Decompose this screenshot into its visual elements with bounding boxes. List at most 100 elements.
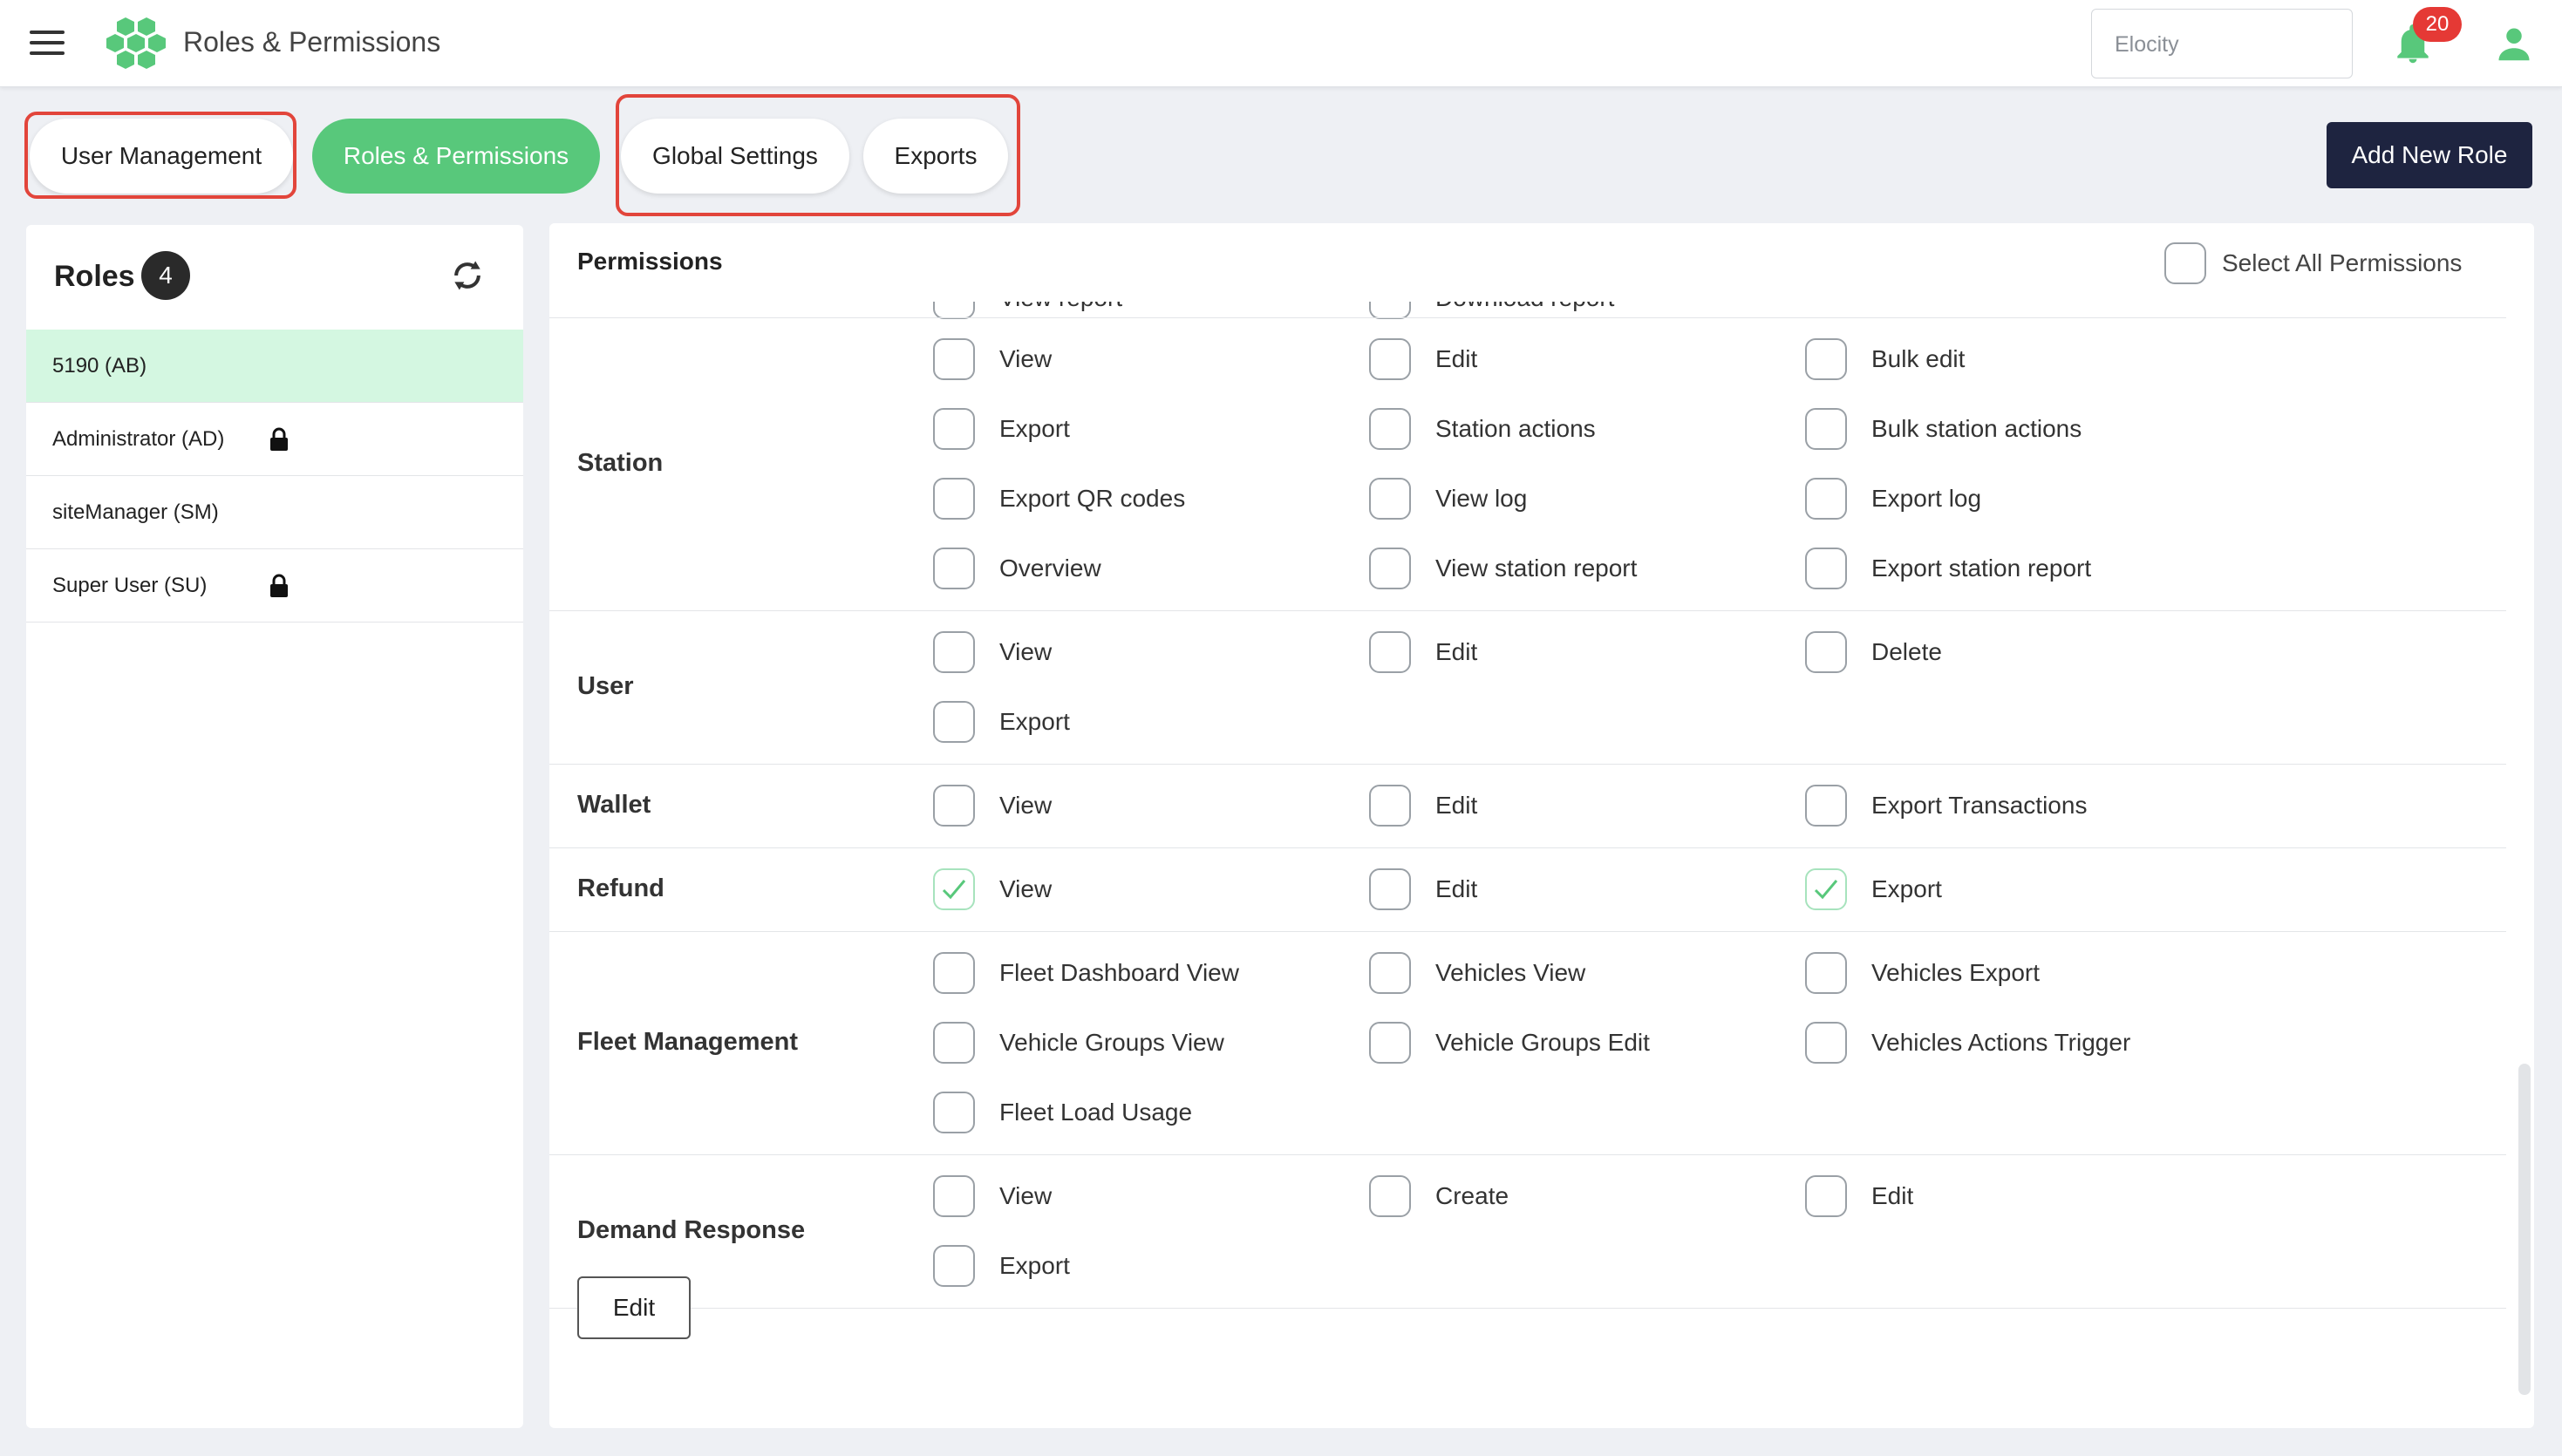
tab-exports[interactable]: Exports bbox=[863, 119, 1008, 194]
row-divider bbox=[549, 610, 2506, 611]
user-avatar-icon[interactable] bbox=[2496, 24, 2532, 63]
permission-checkbox[interactable] bbox=[1369, 478, 1411, 520]
permission-checkbox[interactable] bbox=[933, 338, 975, 380]
section-label: User bbox=[577, 672, 634, 700]
permission-checkbox[interactable] bbox=[1805, 408, 1847, 450]
permission-checkbox[interactable] bbox=[1369, 302, 1411, 319]
permission-label: View bbox=[999, 875, 1053, 902]
permission-checkbox[interactable] bbox=[1805, 631, 1847, 673]
roles-title: Roles bbox=[54, 260, 135, 293]
permission-label: Station actions bbox=[1435, 415, 1596, 442]
permission-label: Vehicles Export bbox=[1871, 959, 2040, 986]
permission-checkbox[interactable] bbox=[1369, 1022, 1411, 1064]
organization-select[interactable]: Elocity bbox=[2091, 9, 2353, 78]
permission-checkbox[interactable] bbox=[933, 868, 975, 910]
roles-header: Roles 4 bbox=[26, 225, 523, 330]
permission-checkbox[interactable] bbox=[933, 548, 975, 589]
permission-label: Edit bbox=[1871, 1182, 1914, 1209]
permission-label: Vehicles View bbox=[1435, 959, 1586, 986]
row-divider bbox=[549, 1308, 2506, 1309]
row-divider bbox=[549, 847, 2506, 848]
permission-checkbox[interactable] bbox=[1369, 631, 1411, 673]
permission-label: Bulk station actions bbox=[1871, 415, 2082, 442]
permission-checkbox[interactable] bbox=[933, 478, 975, 520]
section-label: Wallet bbox=[577, 791, 651, 819]
roles-panel: Roles 4 5190 (AB) Administrator (AD) sit… bbox=[26, 225, 523, 1428]
roles-count-badge: 4 bbox=[141, 251, 190, 300]
permission-label: View bbox=[999, 792, 1053, 819]
lock-icon bbox=[270, 574, 288, 597]
tab-global-settings[interactable]: Global Settings bbox=[621, 119, 849, 194]
add-new-role-button[interactable]: Add New Role bbox=[2327, 122, 2532, 188]
permission-label: Vehicle Groups Edit bbox=[1435, 1029, 1650, 1056]
permission-checkbox[interactable] bbox=[1369, 952, 1411, 994]
permission-checkbox[interactable] bbox=[933, 302, 975, 319]
permission-label: Overview bbox=[999, 555, 1101, 582]
row-divider bbox=[549, 1154, 2506, 1155]
row-divider bbox=[549, 317, 2506, 318]
lock-icon bbox=[270, 427, 288, 451]
permission-label: View bbox=[999, 1182, 1053, 1209]
permission-checkbox[interactable] bbox=[1805, 338, 1847, 380]
section-label: Station bbox=[577, 449, 664, 477]
permission-label: Download report bbox=[1435, 302, 1614, 312]
permission-checkbox[interactable] bbox=[1369, 338, 1411, 380]
permission-checkbox[interactable] bbox=[1369, 785, 1411, 827]
tab-roles-permissions[interactable]: Roles & Permissions bbox=[312, 119, 600, 194]
permission-checkbox[interactable] bbox=[1369, 408, 1411, 450]
permission-checkbox[interactable] bbox=[1805, 548, 1847, 589]
permission-label: View log bbox=[1435, 485, 1528, 512]
permission-label: Edit bbox=[1435, 792, 1478, 819]
permission-checkbox[interactable] bbox=[1369, 868, 1411, 910]
permissions-panel: Permissions Select All Permissions View … bbox=[549, 223, 2534, 1428]
section-label: Refund bbox=[577, 874, 664, 902]
permission-checkbox[interactable] bbox=[933, 408, 975, 450]
permission-label: Edit bbox=[1435, 638, 1478, 665]
permission-label: Edit bbox=[1435, 345, 1478, 372]
permission-checkbox[interactable] bbox=[933, 1175, 975, 1217]
permission-label: Export log bbox=[1871, 485, 1982, 512]
role-item-label: Administrator (AD) bbox=[52, 427, 225, 451]
permission-label: View station report bbox=[1435, 555, 1638, 582]
permission-label: Fleet Load Usage bbox=[999, 1099, 1193, 1126]
role-item-label: siteManager (SM) bbox=[52, 500, 219, 524]
role-item-super-user[interactable]: Super User (SU) bbox=[26, 549, 523, 623]
refresh-icon[interactable] bbox=[448, 256, 487, 295]
permission-label: Edit bbox=[1435, 875, 1478, 902]
permission-label: Export QR codes bbox=[999, 485, 1186, 512]
permission-label: Export station report bbox=[1871, 555, 2092, 582]
permission-label: Bulk edit bbox=[1871, 345, 1966, 372]
permission-checkbox[interactable] bbox=[933, 952, 975, 994]
role-item-administrator[interactable]: Administrator (AD) bbox=[26, 403, 523, 476]
menu-icon[interactable] bbox=[30, 31, 65, 57]
permission-checkbox[interactable] bbox=[1805, 1175, 1847, 1217]
scrollbar[interactable] bbox=[2518, 1064, 2531, 1395]
tab-user-management[interactable]: User Management bbox=[30, 119, 293, 194]
notification-badge: 20 bbox=[2413, 7, 2462, 42]
permission-checkbox[interactable] bbox=[1805, 868, 1847, 910]
role-item-sitemanager[interactable]: siteManager (SM) bbox=[26, 476, 523, 549]
section-label: Demand Response bbox=[577, 1216, 806, 1244]
permissions-title: Permissions bbox=[577, 248, 723, 275]
permission-label: Export bbox=[1871, 875, 1942, 902]
permission-checkbox[interactable] bbox=[1805, 952, 1847, 994]
permission-checkbox[interactable] bbox=[933, 701, 975, 743]
permission-checkbox[interactable] bbox=[933, 1022, 975, 1064]
permission-checkbox[interactable] bbox=[1805, 1022, 1847, 1064]
permission-checkbox[interactable] bbox=[933, 785, 975, 827]
select-all-label: Select All Permissions bbox=[2222, 249, 2463, 276]
permission-label: Vehicle Groups View bbox=[999, 1029, 1224, 1056]
permission-checkbox[interactable] bbox=[1369, 1175, 1411, 1217]
permission-label: Create bbox=[1435, 1182, 1509, 1209]
edit-button[interactable]: Edit bbox=[577, 1276, 691, 1339]
select-all-checkbox[interactable] bbox=[2164, 242, 2206, 284]
permission-checkbox[interactable] bbox=[933, 1092, 975, 1133]
role-item-5190[interactable]: 5190 (AB) bbox=[26, 330, 523, 403]
permission-label: Delete bbox=[1871, 638, 1942, 665]
permission-checkbox[interactable] bbox=[1805, 785, 1847, 827]
permission-checkbox[interactable] bbox=[933, 631, 975, 673]
permission-checkbox[interactable] bbox=[1805, 478, 1847, 520]
permission-checkbox[interactable] bbox=[1369, 548, 1411, 589]
permission-checkbox[interactable] bbox=[933, 1245, 975, 1287]
permission-label: Export Transactions bbox=[1871, 792, 2088, 819]
